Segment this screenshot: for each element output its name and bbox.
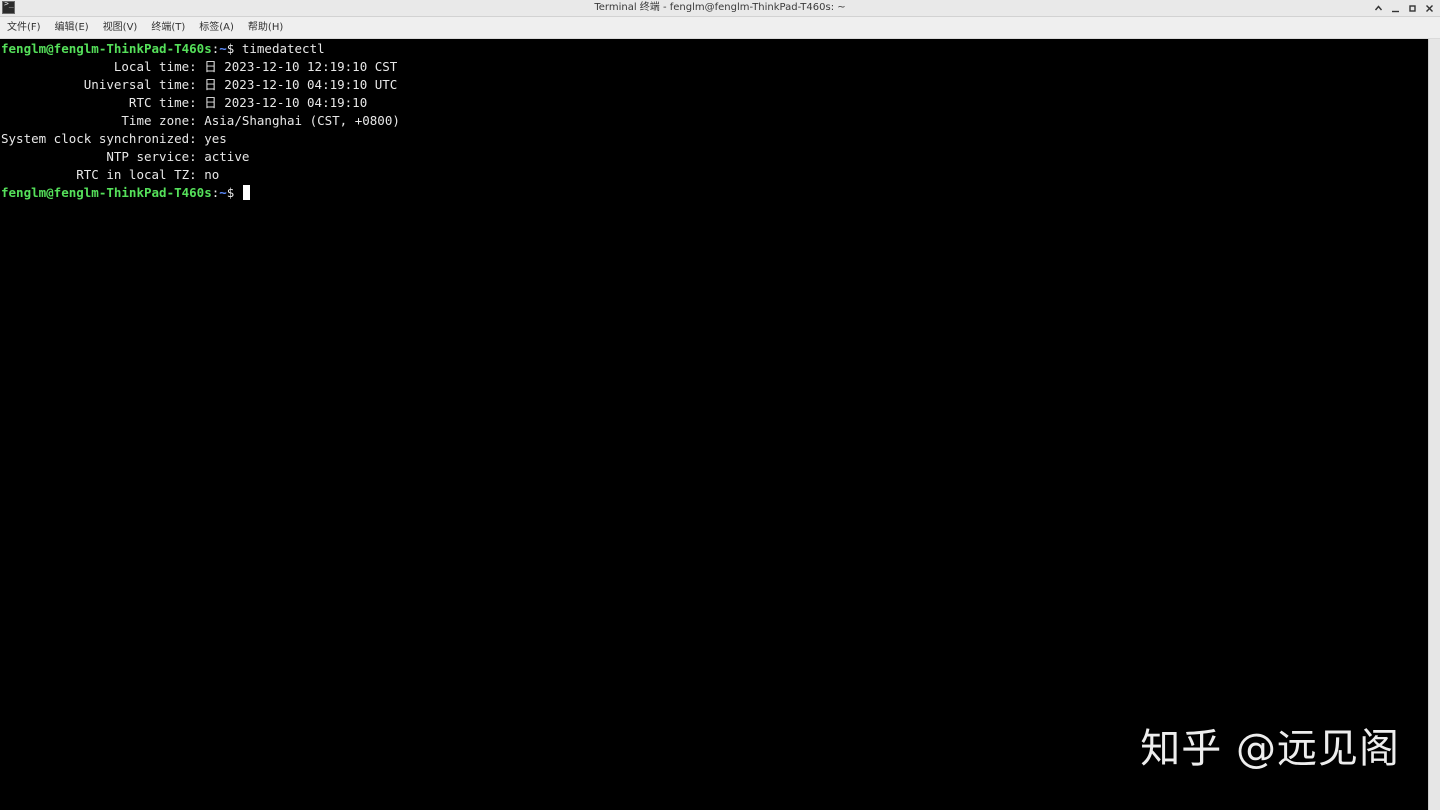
menu-view[interactable]: 视图(V) <box>98 18 143 38</box>
output-key: System clock synchronized <box>1 131 190 146</box>
output-key: RTC time <box>1 95 190 110</box>
output-value: 日 2023-12-10 04:19:10 UTC <box>204 77 398 92</box>
menu-bar: 文件(F) 编辑(E) 视图(V) 终端(T) 标签(A) 帮助(H) <box>0 17 1440 39</box>
output-value: active <box>204 149 250 164</box>
close-icon[interactable] <box>1421 0 1438 16</box>
output-value: 日 2023-12-10 12:19:10 CST <box>204 59 398 74</box>
prompt-user: fenglm@fenglm-ThinkPad-T460s <box>1 41 212 56</box>
output-line: Universal time: 日 2023-12-10 04:19:10 UT… <box>1 77 398 92</box>
terminal-window: >_ Terminal 终端 - fenglm@fenglm-ThinkPad-… <box>0 0 1440 810</box>
output-line: NTP service: active <box>1 149 250 164</box>
output-line: RTC time: 日 2023-12-10 04:19:10 <box>1 95 368 110</box>
output-value: 日 2023-12-10 04:19:10 <box>204 95 368 110</box>
command-text: timedatectl <box>241 41 325 56</box>
menu-terminal[interactable]: 终端(T) <box>146 18 190 38</box>
minimize-icon[interactable] <box>1387 0 1404 16</box>
menu-tabs[interactable]: 标签(A) <box>194 18 239 38</box>
menu-file[interactable]: 文件(F) <box>2 18 46 38</box>
output-line: Time zone: Asia/Shanghai (CST, +0800) <box>1 113 400 128</box>
watermark: 知乎 @远见阁 <box>1140 726 1400 772</box>
output-line: RTC in local TZ: no <box>1 167 220 182</box>
text-cursor <box>242 185 250 200</box>
terminal-output-area[interactable]: fenglm@fenglm-ThinkPad-T460s:~$ timedate… <box>0 39 1428 810</box>
output-key: Universal time <box>1 77 190 92</box>
output-line: System clock synchronized: yes <box>1 131 227 146</box>
output-value: Asia/Shanghai (CST, +0800) <box>204 113 400 128</box>
menu-help[interactable]: 帮助(H) <box>243 18 288 38</box>
output-line: Local time: 日 2023-12-10 12:19:10 CST <box>1 59 398 74</box>
prompt-line[interactable]: fenglm@fenglm-ThinkPad-T460s:~$ <box>0 184 1428 202</box>
maximize-icon[interactable] <box>1404 0 1421 16</box>
prompt-path: ~ <box>219 185 227 200</box>
output-key: NTP service <box>1 149 190 164</box>
chevron-up-icon[interactable] <box>1370 0 1387 16</box>
prompt-user: fenglm@fenglm-ThinkPad-T460s <box>1 185 212 200</box>
output-value: yes <box>204 131 227 146</box>
scrollbar[interactable] <box>1428 39 1440 810</box>
output-key: RTC in local TZ <box>1 167 190 182</box>
window-title: Terminal 终端 - fenglm@fenglm-ThinkPad-T46… <box>594 2 846 13</box>
prompt-path: ~ <box>219 41 227 56</box>
command-line: fenglm@fenglm-ThinkPad-T460s:~$ timedate… <box>1 41 325 56</box>
menu-edit[interactable]: 编辑(E) <box>50 18 94 38</box>
output-value: no <box>204 167 220 182</box>
window-controls <box>1370 0 1438 16</box>
output-key: Time zone <box>1 113 190 128</box>
output-key: Local time <box>1 59 190 74</box>
title-bar[interactable]: >_ Terminal 终端 - fenglm@fenglm-ThinkPad-… <box>0 0 1440 17</box>
